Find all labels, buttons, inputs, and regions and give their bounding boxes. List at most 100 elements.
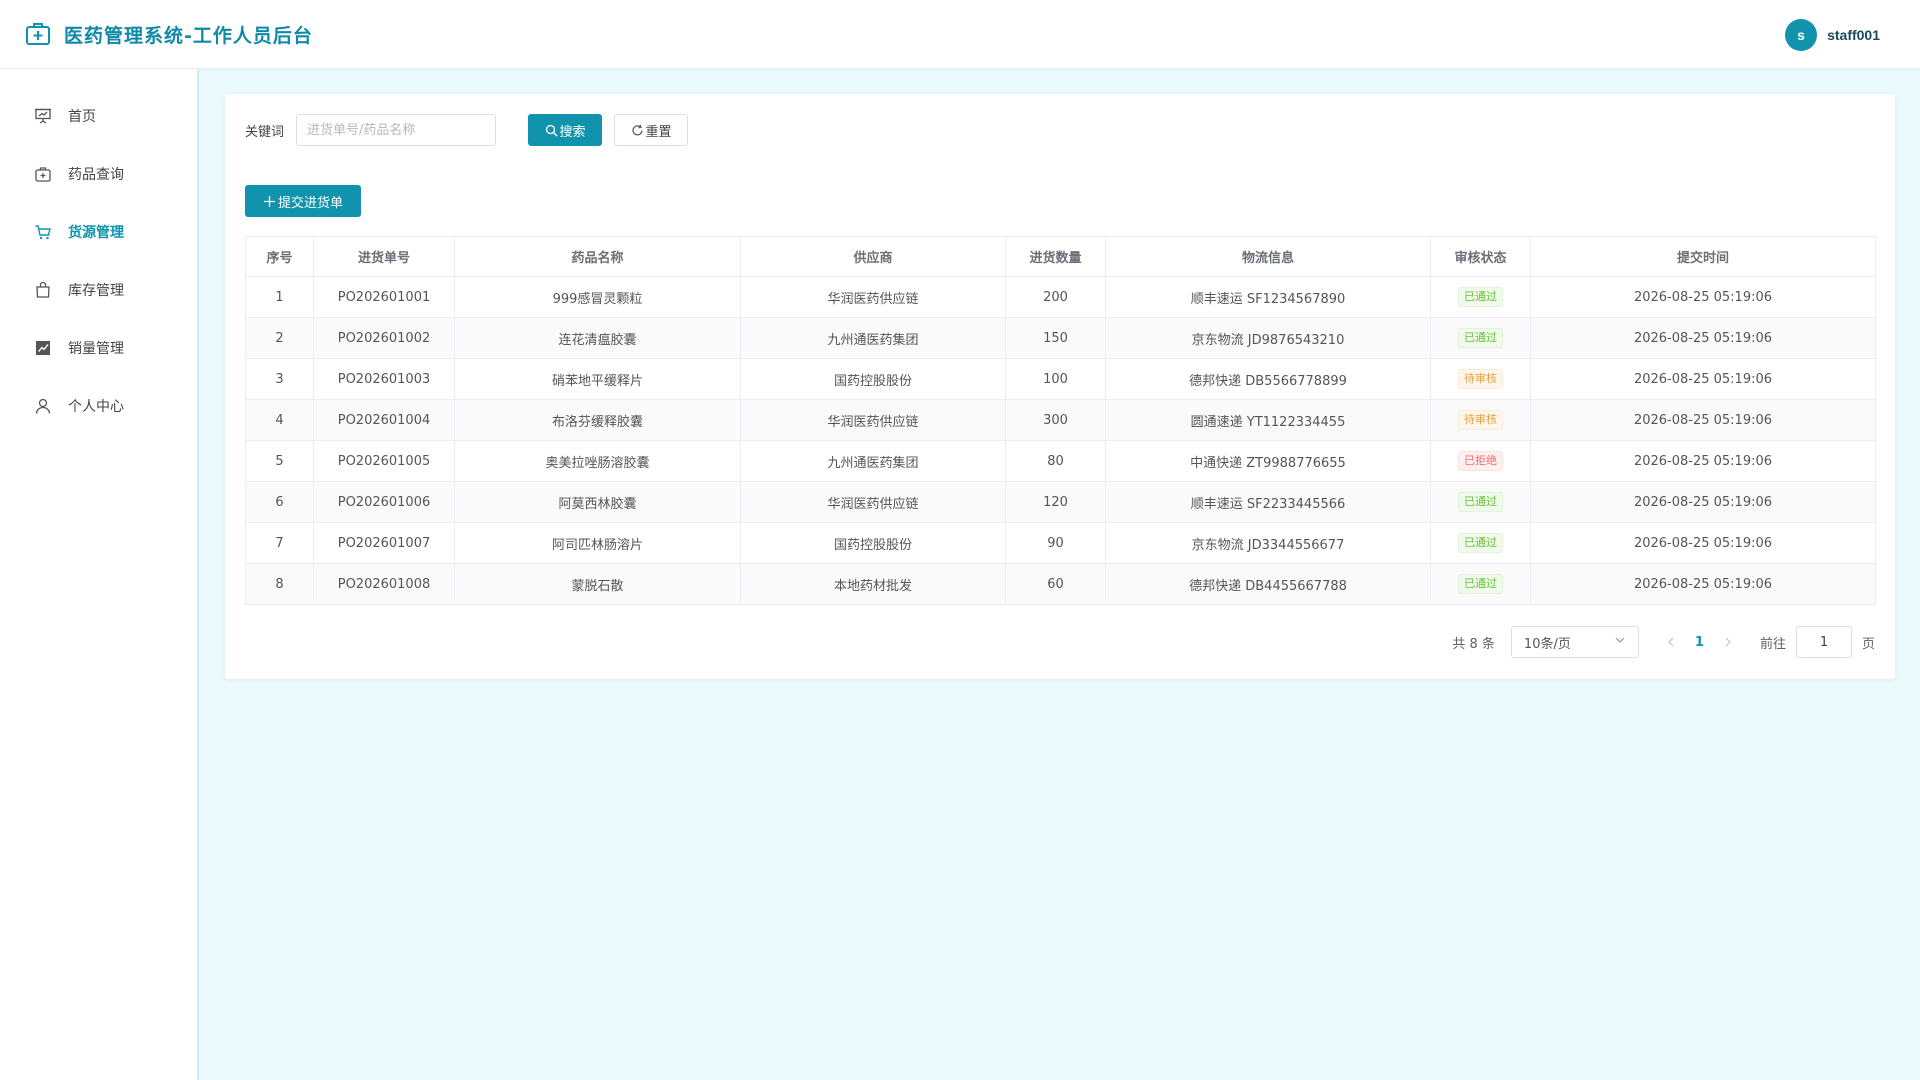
sidebar-item-sales[interactable]: 销量管理: [0, 328, 199, 368]
sidebar-item-drug-query[interactable]: 药品查询: [0, 154, 199, 194]
submit-time-cell: 2026-08-25 05:19:06: [1530, 276, 1876, 318]
sidebar-item-home[interactable]: 首页: [0, 96, 199, 136]
column-header: 物流信息: [1105, 236, 1431, 277]
status-badge: 已拒绝: [1458, 451, 1503, 471]
sidebar-item-label: 首页: [68, 109, 96, 125]
drug-name-cell: 连花清瘟胶囊: [454, 317, 741, 359]
goto-label: 前往: [1759, 636, 1786, 652]
review-status-cell: 待审核: [1430, 358, 1531, 400]
search-button-label: 搜索: [559, 124, 586, 140]
trend-chart-icon: [34, 339, 52, 357]
logistics-info-cell: 圆通速递 YT1122334455: [1105, 399, 1431, 441]
sidebar-item-inventory[interactable]: 库存管理: [0, 270, 199, 310]
search-button[interactable]: 搜索: [528, 114, 603, 146]
submit-time-cell: 2026-08-25 05:19:06: [1530, 481, 1876, 523]
review-status-cell: 已拒绝: [1430, 440, 1531, 482]
drug-name-cell: 奥美拉唑肠溶胶囊: [454, 440, 741, 482]
sidebar-item-label: 药品查询: [68, 167, 124, 183]
status-badge: 已通过: [1458, 492, 1503, 512]
row-index-cell: 1: [245, 276, 314, 318]
keyword-input[interactable]: [296, 114, 497, 146]
column-header: 供应商: [740, 236, 1006, 277]
table-row[interactable]: 1 PO202601001 999感冒灵颗粒 华润医药供应链 200 顺丰速运 SF123…: [245, 276, 1876, 318]
column-header: 序号: [245, 236, 314, 277]
column-header: 药品名称: [454, 236, 741, 277]
reset-button[interactable]: 重置: [614, 114, 689, 146]
column-header: 提交时间: [1530, 236, 1876, 277]
review-status-cell: 已通过: [1430, 481, 1531, 523]
table-row[interactable]: 2 PO202601002 连花清瘟胶囊 九州通医药集团 150 京东物流 JD98765…: [245, 317, 1876, 359]
purchase-table: 序号 进货单号 药品名称 供应商 进货数量 物流信息 审核状态 提交时间 1 PO2026010…: [245, 236, 1876, 605]
goto-page-input[interactable]: [1795, 626, 1852, 658]
quantity-cell: 90: [1005, 522, 1106, 564]
page-size-value: 10条/页: [1523, 636, 1571, 652]
table-row[interactable]: 5 PO202601005 奥美拉唑肠溶胶囊 九州通医药集团 80 中通快递 ZT9988…: [245, 440, 1876, 482]
logistics-info-cell: 德邦快递 DB4455667788: [1105, 563, 1431, 605]
submit-purchase-order-button[interactable]: 提交进货单: [245, 185, 361, 217]
supplier-cell: 九州通医药集团: [740, 317, 1006, 359]
avatar[interactable]: s: [1785, 19, 1818, 51]
quantity-cell: 100: [1005, 358, 1106, 400]
cart-icon: [34, 223, 52, 241]
order-number-cell: PO202601004: [313, 399, 455, 441]
table-row[interactable]: 3 PO202601003 硝苯地平缓释片 国药控股股份 100 德邦快递 DB55667…: [245, 358, 1876, 400]
order-number-cell: PO202601003: [313, 358, 455, 400]
order-number-cell: PO202601007: [313, 522, 455, 564]
page-size-select[interactable]: 10条/页: [1510, 626, 1639, 658]
row-index-cell: 2: [245, 317, 314, 359]
submit-time-cell: 2026-08-25 05:19:06: [1530, 522, 1876, 564]
add-button-label: 提交进货单: [277, 195, 343, 211]
order-number-cell: PO202601006: [313, 481, 455, 523]
order-number-cell: PO202601001: [313, 276, 455, 318]
submit-time-cell: 2026-08-25 05:19:06: [1530, 563, 1876, 605]
quantity-cell: 150: [1005, 317, 1106, 359]
reset-button-label: 重置: [645, 124, 672, 140]
supplier-cell: 九州通医药集团: [740, 440, 1006, 482]
drug-name-cell: 蒙脱石散: [454, 563, 741, 605]
row-index-cell: 7: [245, 522, 314, 564]
next-page-icon[interactable]: [1720, 634, 1736, 650]
row-index-cell: 4: [245, 399, 314, 441]
table-row[interactable]: 6 PO202601006 阿莫西林胶囊 华润医药供应链 120 顺丰速运 SF22334…: [245, 481, 1876, 523]
keyword-label: 关键词: [245, 124, 285, 140]
submit-time-cell: 2026-08-25 05:19:06: [1530, 317, 1876, 359]
username[interactable]: staff001: [1827, 27, 1880, 43]
sidebar-item-supply[interactable]: 货源管理: [0, 212, 199, 252]
page-number[interactable]: 1: [1695, 635, 1704, 650]
user-menu[interactable]: s staff001: [1785, 19, 1880, 51]
sidebar-item-label: 销量管理: [68, 341, 124, 357]
logistics-info-cell: 德邦快递 DB5566778899: [1105, 358, 1431, 400]
table-row[interactable]: 7 PO202601007 阿司匹林肠溶片 国药控股股份 90 京东物流 JD334455…: [245, 522, 1876, 564]
table-row[interactable]: 4 PO202601004 布洛芬缓释胶囊 华润医药供应链 300 圆通速递 YT1122…: [245, 399, 1876, 441]
brand: 医药管理系统-工作人员后台: [24, 20, 313, 48]
shopping-bag-icon: [34, 281, 52, 299]
row-index-cell: 5: [245, 440, 314, 482]
main-card: 关键词 搜索 重置 提交进货单 序号进货单号药品名称供应商进: [225, 94, 1895, 679]
order-number-cell: PO202601005: [313, 440, 455, 482]
review-status-cell: 已通过: [1430, 276, 1531, 318]
table-row[interactable]: 8 PO202601008 蒙脱石散 本地药材批发 60 德邦快递 DB445566778…: [245, 563, 1876, 605]
sidebar-item-label: 个人中心: [68, 399, 124, 415]
supplier-cell: 华润医药供应链: [740, 481, 1006, 523]
refresh-icon: [631, 124, 644, 137]
logistics-info-cell: 顺丰速运 SF1234567890: [1105, 276, 1431, 318]
sidebar-item-profile[interactable]: 个人中心: [0, 386, 199, 426]
column-header: 进货数量: [1005, 236, 1106, 277]
drug-name-cell: 硝苯地平缓释片: [454, 358, 741, 400]
logistics-info-cell: 顺丰速运 SF2233445566: [1105, 481, 1431, 523]
drug-name-cell: 布洛芬缓释胶囊: [454, 399, 741, 441]
review-status-cell: 已通过: [1430, 522, 1531, 564]
row-index-cell: 3: [245, 358, 314, 400]
app-title: 医药管理系统-工作人员后台: [64, 24, 313, 47]
order-number-cell: PO202601002: [313, 317, 455, 359]
prev-page-icon[interactable]: [1663, 634, 1679, 650]
logistics-info-cell: 中通快递 ZT9988776655: [1105, 440, 1431, 482]
drug-name-cell: 阿司匹林肠溶片: [454, 522, 741, 564]
status-badge: 已通过: [1458, 287, 1503, 307]
submit-time-cell: 2026-08-25 05:19:06: [1530, 440, 1876, 482]
status-badge: 待审核: [1458, 369, 1503, 389]
status-badge: 待审核: [1458, 410, 1503, 430]
user-icon: [34, 397, 52, 415]
sidebar-item-label: 货源管理: [68, 225, 124, 241]
quantity-cell: 120: [1005, 481, 1106, 523]
